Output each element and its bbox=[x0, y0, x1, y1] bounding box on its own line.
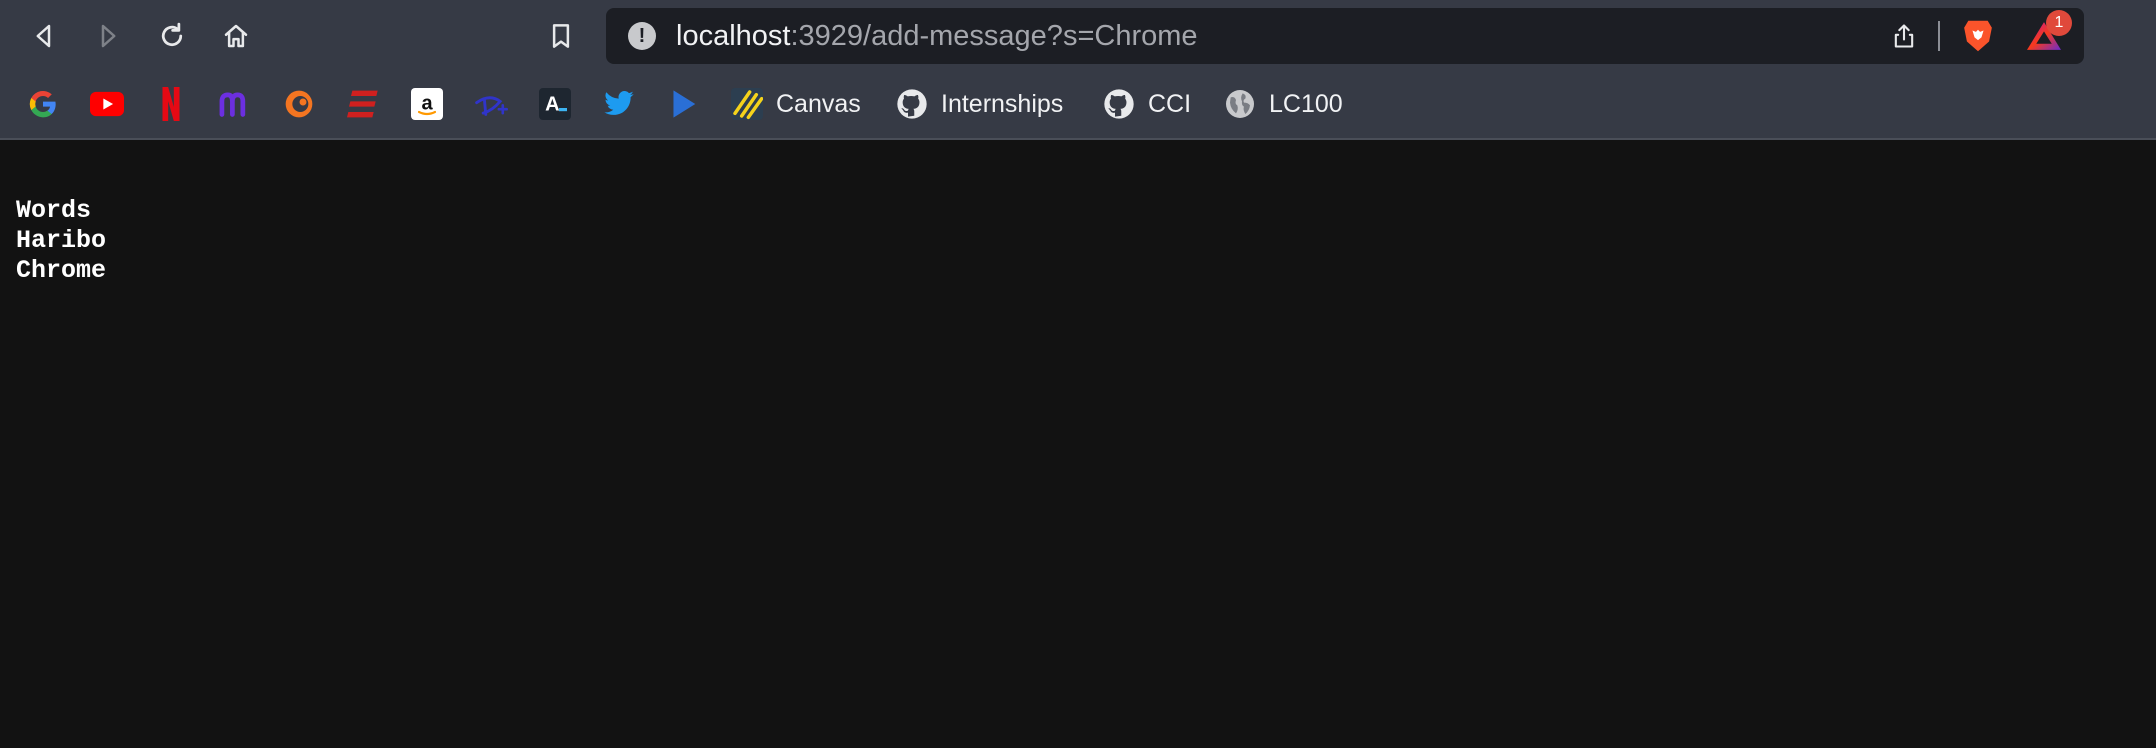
back-arrow-icon bbox=[36, 24, 51, 48]
browser-chrome: ! localhost:3929/add-message?s=Chrome 1 bbox=[0, 0, 2156, 140]
brave-rewards-button[interactable]: 1 bbox=[2022, 10, 2072, 56]
reload-button[interactable] bbox=[152, 16, 192, 56]
url-host: localhost bbox=[676, 19, 791, 52]
toolbar: ! localhost:3929/add-message?s=Chrome 1 bbox=[0, 0, 2156, 72]
netflix-icon bbox=[154, 87, 188, 121]
bookmark-icon bbox=[552, 24, 570, 48]
github-icon bbox=[1102, 87, 1136, 121]
url-path: :3929/add-message?s=Chrome bbox=[790, 19, 1198, 52]
espn-icon bbox=[346, 87, 380, 121]
forward-button[interactable] bbox=[88, 16, 128, 56]
share-button[interactable] bbox=[1884, 16, 1924, 56]
bookmark-crunchyroll[interactable] bbox=[282, 86, 316, 122]
brave-shields-button[interactable] bbox=[1958, 16, 1998, 56]
bookmark-espn[interactable] bbox=[346, 86, 380, 122]
bookmarks-bar: a A Canvas Internships CCI LC100 bbox=[0, 72, 2156, 140]
bookmark-label: LC100 bbox=[1269, 89, 1343, 118]
bookmark-netflix[interactable] bbox=[154, 86, 188, 122]
url-text[interactable]: localhost:3929/add-message?s=Chrome bbox=[676, 20, 1198, 53]
page-content: Words Haribo Chrome bbox=[0, 140, 2156, 286]
message-line: Words bbox=[16, 196, 92, 225]
share-icon bbox=[1894, 24, 1914, 48]
disney-plus-icon bbox=[474, 87, 508, 121]
bookmark-internships[interactable]: Internships bbox=[895, 86, 1063, 122]
bookmark-label: Internships bbox=[941, 89, 1064, 118]
bookmark-twitter[interactable] bbox=[602, 86, 636, 122]
message-line: Chrome bbox=[16, 256, 107, 285]
canvas-icon bbox=[730, 87, 764, 121]
bookmark-cci[interactable]: CCI bbox=[1102, 86, 1191, 122]
bookmark-anilist[interactable]: A bbox=[538, 86, 572, 122]
back-button[interactable] bbox=[24, 16, 64, 56]
twitter-icon bbox=[602, 87, 636, 121]
bookmark-button[interactable] bbox=[541, 16, 581, 56]
reload-icon bbox=[161, 22, 183, 47]
bookmark-amazon[interactable]: a bbox=[410, 86, 444, 122]
mastodon-icon bbox=[218, 87, 252, 121]
address-bar-actions: 1 bbox=[1884, 8, 2084, 64]
crunchyroll-icon bbox=[282, 87, 316, 121]
home-button[interactable] bbox=[216, 16, 256, 56]
site-info-icon[interactable]: ! bbox=[628, 22, 656, 50]
amazon-icon: a bbox=[410, 87, 444, 121]
google-icon bbox=[26, 87, 60, 121]
svg-text:A: A bbox=[545, 94, 559, 116]
github-icon bbox=[895, 87, 929, 121]
anilist-icon: A bbox=[538, 87, 572, 121]
address-bar[interactable]: ! localhost:3929/add-message?s=Chrome 1 bbox=[606, 8, 2084, 64]
svg-text:a: a bbox=[421, 92, 433, 114]
message-line: Haribo bbox=[16, 226, 107, 255]
forward-arrow-icon bbox=[101, 24, 116, 48]
bookmark-lc100[interactable]: LC100 bbox=[1223, 86, 1343, 122]
youtube-icon bbox=[90, 87, 124, 121]
bookmark-canvas[interactable]: Canvas bbox=[730, 86, 861, 122]
bookmark-label: Canvas bbox=[776, 89, 861, 118]
bookmark-youtube[interactable] bbox=[90, 86, 124, 122]
bookmark-google[interactable] bbox=[26, 86, 60, 122]
play-icon bbox=[666, 87, 700, 121]
bookmark-play[interactable] bbox=[666, 86, 700, 122]
bookmark-mastodon[interactable] bbox=[218, 86, 252, 122]
bookmark-label: CCI bbox=[1148, 89, 1192, 118]
bookmark-disney-plus[interactable] bbox=[474, 86, 508, 122]
globe-icon bbox=[1223, 87, 1257, 121]
home-icon bbox=[224, 24, 248, 48]
brave-lion-icon bbox=[1964, 20, 1992, 52]
separator bbox=[1938, 21, 1940, 51]
rewards-badge: 1 bbox=[2046, 10, 2072, 36]
